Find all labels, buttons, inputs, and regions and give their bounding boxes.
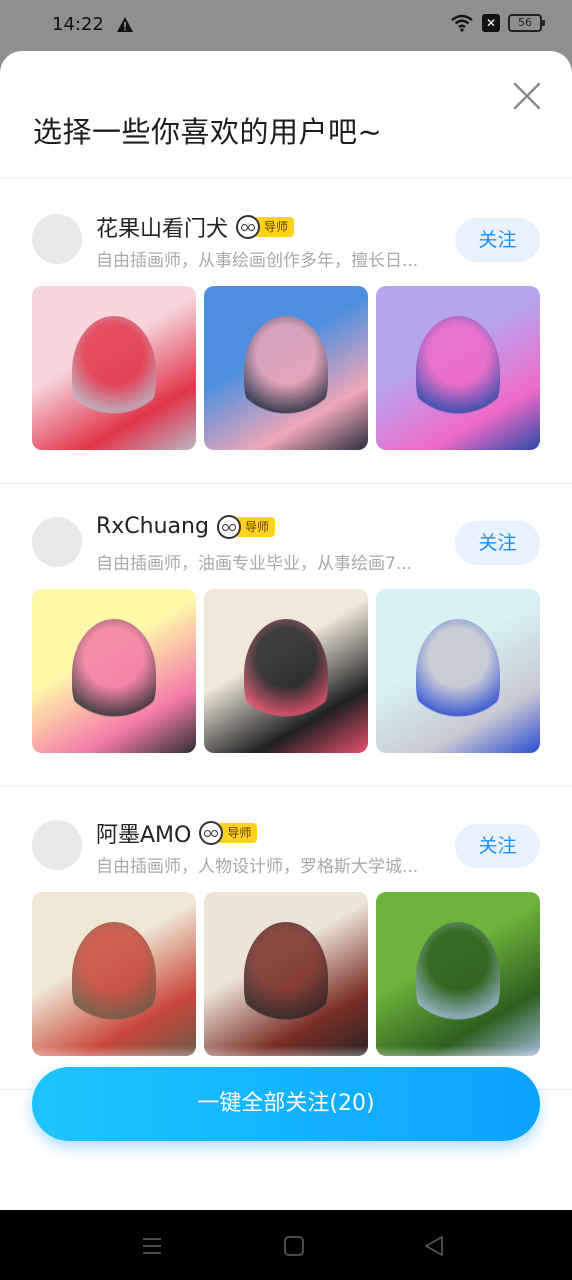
sim-off-icon: ✕ — [482, 14, 500, 32]
artwork-figure — [72, 619, 156, 729]
follow-button[interactable]: 关注 — [455, 824, 540, 868]
battery-level: 56 — [518, 16, 532, 29]
divider — [0, 178, 572, 179]
user-list: 花果山看门犬 导师 自由插画师，从事绘画创作多年，擅长日... 关注 RxChu… — [0, 181, 572, 1090]
artwork-figure — [244, 922, 328, 1032]
sheet-title: 选择一些你喜欢的用户吧~ — [33, 115, 383, 149]
follow-all-button[interactable]: 一键全部关注(20) — [32, 1067, 540, 1141]
mentor-badge-label: 导师 — [254, 217, 295, 237]
system-nav-bar — [0, 1210, 572, 1280]
artwork-figure — [244, 619, 328, 729]
battery-icon: 56 — [508, 14, 545, 32]
user-bio: 自由插画师，人物设计师，罗格斯大学城... — [96, 857, 419, 877]
user-bio: 自由插画师，从事绘画创作多年，擅长日... — [96, 251, 419, 271]
artwork-thumbnail[interactable] — [376, 892, 540, 1056]
artwork-figure — [416, 316, 500, 426]
warning-icon — [117, 17, 133, 32]
artwork-thumbnail[interactable] — [204, 286, 368, 450]
artwork-thumbnail[interactable] — [204, 589, 368, 753]
user-card: 花果山看门犬 导师 自由插画师，从事绘画创作多年，擅长日... 关注 — [0, 181, 572, 484]
mentor-badge: 导师 — [236, 215, 295, 239]
status-icons: ✕ 56 — [450, 14, 545, 32]
wifi-icon — [451, 14, 473, 32]
artwork-thumbnail[interactable] — [32, 589, 196, 753]
recommend-users-sheet: 选择一些你喜欢的用户吧~ 花果山看门犬 导师 自由插画师，从事绘画创作多年，擅长… — [0, 51, 572, 1210]
follow-button[interactable]: 关注 — [455, 218, 540, 262]
user-name[interactable]: 阿墨AMO — [96, 817, 191, 849]
menu-icon[interactable] — [140, 1234, 164, 1258]
avatar[interactable] — [32, 820, 82, 870]
artwork-figure — [244, 316, 328, 426]
artwork-thumbnail[interactable] — [32, 892, 196, 1056]
back-icon[interactable] — [422, 1234, 446, 1258]
mentor-badge-label: 导师 — [217, 823, 258, 843]
artwork-figure — [416, 922, 500, 1032]
home-icon[interactable] — [282, 1234, 306, 1258]
mentor-face-icon — [216, 514, 241, 539]
user-card: RxChuang 导师 自由插画师，油画专业毕业，从事绘画7... 关注 — [0, 484, 572, 787]
status-bar: 14:22 ✕ 56 — [0, 0, 572, 50]
mentor-badge: 导师 — [216, 514, 275, 539]
user-bio: 自由插画师，油画专业毕业，从事绘画7... — [96, 554, 413, 574]
follow-button[interactable]: 关注 — [455, 521, 540, 565]
avatar[interactable] — [32, 517, 82, 567]
mentor-face-icon — [236, 215, 261, 239]
artwork-thumbnail[interactable] — [204, 892, 368, 1056]
artwork-thumbnail[interactable] — [32, 286, 196, 450]
close-icon — [513, 82, 541, 110]
user-name-row: 花果山看门犬 导师 — [96, 211, 295, 243]
user-card: 阿墨AMO 导师 自由插画师，人物设计师，罗格斯大学城... 关注 — [0, 787, 572, 1090]
artwork-row — [32, 892, 540, 1056]
artwork-thumbnail[interactable] — [376, 286, 540, 450]
artwork-figure — [72, 316, 156, 426]
mentor-badge-label: 导师 — [234, 516, 275, 537]
user-name-row: 阿墨AMO 导师 — [96, 817, 258, 849]
mentor-badge: 导师 — [199, 821, 258, 845]
user-name[interactable]: RxChuang — [96, 514, 209, 539]
artwork-row — [32, 589, 540, 753]
user-name[interactable]: 花果山看门犬 — [96, 211, 228, 243]
avatar[interactable] — [32, 214, 82, 264]
user-name-row: RxChuang 导师 — [96, 514, 275, 539]
artwork-row — [32, 286, 540, 450]
status-time: 14:22 — [52, 14, 104, 35]
artwork-figure — [72, 922, 156, 1032]
artwork-figure — [416, 619, 500, 729]
close-button[interactable] — [510, 79, 544, 113]
artwork-thumbnail[interactable] — [376, 589, 540, 753]
